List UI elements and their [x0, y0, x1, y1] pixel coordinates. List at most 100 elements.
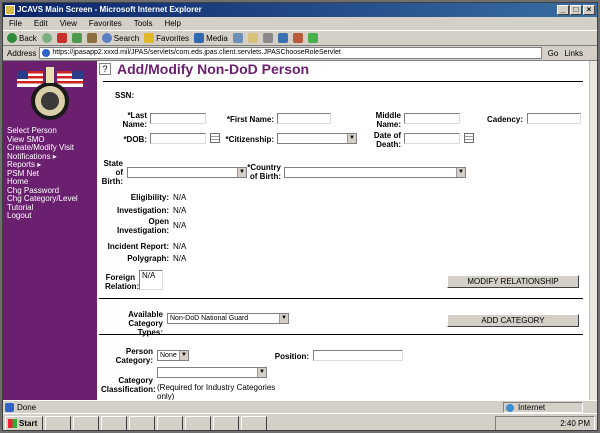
modify-relationship-button[interactable]: MODIFY RELATIONSHIP	[447, 275, 579, 288]
dob-input[interactable]	[150, 133, 206, 144]
app-icon	[5, 5, 15, 15]
dob-calendar-icon[interactable]	[210, 133, 220, 143]
page-title: Add/Modify Non-DoD Person	[117, 61, 310, 77]
system-tray: 2:40 PM	[495, 416, 595, 430]
discuss-icon[interactable]	[292, 33, 303, 43]
address-label: Address	[7, 48, 37, 58]
media-icon	[194, 33, 205, 43]
search-button[interactable]: Search	[101, 33, 139, 43]
taskbar: Start 2:40 PM	[3, 413, 597, 430]
menu-edit[interactable]: Edit	[34, 19, 48, 28]
taskbar-item[interactable]	[241, 415, 267, 430]
close-button[interactable]: ×	[583, 5, 595, 15]
globe-icon	[506, 404, 514, 412]
page-icon	[42, 49, 51, 57]
first-name-input[interactable]	[277, 113, 331, 124]
incident-report-label: Incident Report:	[107, 242, 169, 251]
chevron-down-icon: ▼	[279, 314, 288, 323]
available-category-types-select[interactable]: Non-DoD National Guard ▼	[167, 313, 289, 324]
foreign-relation-field[interactable]: N/A	[139, 270, 163, 290]
middle-name-label: Middle Name:	[375, 111, 401, 129]
maximize-button[interactable]: □	[570, 5, 582, 15]
windows-logo-icon	[8, 418, 17, 428]
menu-file[interactable]: File	[9, 19, 22, 28]
forward-arrow-icon[interactable]	[41, 33, 52, 43]
investigation-value: N/A	[173, 206, 187, 215]
citizenship-select[interactable]: ▼	[277, 133, 357, 144]
sidebar-nav: Select Person View SMO Create/Modify Vis…	[7, 126, 78, 221]
taskbar-item[interactable]	[157, 415, 183, 430]
menu-favorites[interactable]: Favorites	[89, 19, 122, 28]
incident-report-value: N/A	[173, 242, 187, 251]
history-icon[interactable]	[232, 33, 243, 43]
investigation-label: Investigation:	[116, 206, 169, 215]
chevron-down-icon: ▼	[179, 351, 188, 360]
category-classification-select[interactable]: ▼	[157, 367, 267, 378]
go-button[interactable]: Go	[545, 49, 562, 58]
status-text: Done	[17, 403, 37, 412]
messenger-icon[interactable]	[307, 33, 318, 43]
last-name-label: *Last Name:	[122, 111, 147, 129]
person-category-select[interactable]: None ▼	[157, 350, 189, 361]
links-button[interactable]: Links	[564, 49, 597, 58]
refresh-icon[interactable]	[71, 33, 82, 43]
title-bar: JCAVS Main Screen - Microsoft Internet E…	[3, 3, 597, 17]
home-icon[interactable]	[86, 33, 97, 43]
menu-help[interactable]: Help	[164, 19, 180, 28]
security-zone: Internet	[503, 402, 583, 413]
cadency-input[interactable]	[527, 113, 581, 124]
cadency-label: Cadency:	[486, 115, 523, 124]
minimize-button[interactable]: _	[557, 5, 569, 15]
last-name-input[interactable]	[150, 113, 206, 124]
date-of-death-input[interactable]	[404, 133, 460, 144]
address-bar: Address https://jpasapp2.xxxd.mil/JPAS/s…	[3, 46, 597, 61]
date-of-death-calendar-icon[interactable]	[464, 133, 474, 143]
nav-logout[interactable]: Logout	[7, 211, 78, 221]
toolbar: Back Search Favorites Media	[3, 30, 597, 46]
back-button[interactable]: Back	[7, 33, 37, 43]
category-classification-label: Category Classification:	[101, 376, 156, 394]
vertical-scrollbar[interactable]	[589, 61, 597, 400]
date-of-death-label: Date of Death:	[373, 131, 401, 149]
search-icon	[101, 33, 112, 43]
person-category-label: Person Category:	[115, 347, 153, 365]
taskbar-item[interactable]	[73, 415, 99, 430]
taskbar-item[interactable]	[45, 415, 71, 430]
favorites-button[interactable]: Favorites	[144, 33, 189, 43]
eligibility-value: N/A	[173, 193, 187, 202]
taskbar-item[interactable]	[213, 415, 239, 430]
back-arrow-icon	[7, 33, 17, 43]
address-input[interactable]: https://jpasapp2.xxxd.mil/JPAS/servlets/…	[39, 47, 542, 59]
menu-tools[interactable]: Tools	[134, 19, 153, 28]
menu-bar: File Edit View Favorites Tools Help	[3, 17, 597, 30]
state-of-birth-select[interactable]: ▼	[127, 167, 247, 178]
mail-icon[interactable]	[247, 33, 258, 43]
sidebar: Select Person View SMO Create/Modify Vis…	[3, 61, 97, 400]
section-divider	[99, 298, 583, 299]
taskbar-item[interactable]	[101, 415, 127, 430]
add-category-button[interactable]: ADD CATEGORY	[447, 314, 579, 327]
chevron-down-icon: ▼	[347, 134, 356, 143]
first-name-label: *First Name:	[226, 115, 274, 124]
eligibility-label: Eligibility:	[130, 193, 169, 202]
middle-name-input[interactable]	[404, 113, 460, 124]
polygraph-label: Polygraph:	[127, 254, 169, 263]
edit-icon[interactable]	[277, 33, 288, 43]
help-icon[interactable]: ?	[99, 63, 111, 75]
title-divider	[103, 81, 583, 82]
taskbar-item[interactable]	[129, 415, 155, 430]
taskbar-item[interactable]	[185, 415, 211, 430]
clock: 2:40 PM	[560, 419, 590, 428]
position-input[interactable]	[313, 350, 403, 361]
country-of-birth-select[interactable]: ▼	[284, 167, 466, 178]
category-classification-note: (Required for Industry Categories only)	[157, 383, 276, 400]
seal-logo	[17, 67, 83, 120]
menu-view[interactable]: View	[60, 19, 77, 28]
media-button[interactable]: Media	[194, 33, 228, 43]
start-button[interactable]: Start	[5, 415, 43, 430]
open-investigation-value: N/A	[173, 221, 187, 230]
print-icon[interactable]	[262, 33, 273, 43]
page-content: Select Person View SMO Create/Modify Vis…	[3, 61, 597, 400]
status-bar: Done Internet	[3, 400, 597, 413]
stop-icon[interactable]	[56, 33, 67, 43]
